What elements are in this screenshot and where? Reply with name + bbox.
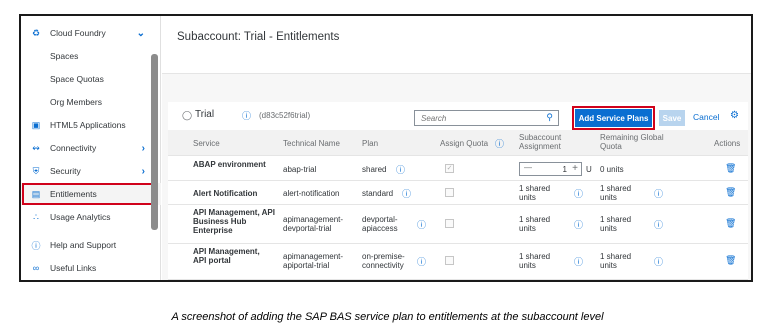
trial-subaccount-icon: ◯ bbox=[182, 110, 193, 120]
page-header: Subaccount: Trial - Entitlements bbox=[162, 16, 751, 74]
entitlements-panel: ◯ Trial ⓘ (d83c52f6trial) ⚲ Add Service … bbox=[168, 102, 748, 280]
service-name: API Management, API portal bbox=[193, 247, 260, 265]
service-name: ABAP environment bbox=[193, 160, 266, 169]
technical-name: apimanagement-apiportal-trial bbox=[283, 252, 344, 270]
plus-icon[interactable]: + bbox=[572, 163, 578, 174]
column-header-remaining-global-quota: Remaining Global Quota bbox=[600, 133, 664, 151]
subaccount-assignment: 1 shared units bbox=[519, 215, 551, 233]
sidebar-item-html5-applications[interactable]: ▣ HTML5 Applications bbox=[21, 114, 161, 136]
info-icon[interactable]: ⓘ bbox=[574, 255, 583, 268]
save-button[interactable]: Save bbox=[659, 110, 685, 126]
sidebar-item-cloud-foundry[interactable]: ♻ Cloud Foundry ⌄ bbox=[21, 22, 161, 44]
assign-quota-checkbox[interactable] bbox=[445, 188, 454, 197]
add-service-plans-button[interactable]: Add Service Plans bbox=[572, 106, 655, 130]
toolbar-title: Trial bbox=[195, 109, 215, 120]
service-name: Alert Notification bbox=[193, 189, 258, 198]
remaining-quota: 1 shared units bbox=[600, 215, 632, 233]
app-window: ♻ Cloud Foundry ⌄ Spaces Space Quotas Or… bbox=[19, 14, 753, 282]
plan-name: standard bbox=[362, 189, 394, 198]
connectivity-icon: ↭ bbox=[32, 142, 40, 153]
stepper-value: 1 bbox=[562, 165, 567, 174]
sidebar-scrollbar[interactable] bbox=[151, 54, 158, 230]
subaccount-id: (d83c52f6trial) bbox=[259, 111, 311, 120]
technical-name: abap-trial bbox=[283, 165, 317, 174]
info-icon[interactable]: ⓘ bbox=[495, 137, 504, 150]
table-row: API Management, API Business Hub Enterpr… bbox=[168, 205, 748, 244]
sidebar-item-help-and-support[interactable]: ⓘ Help and Support bbox=[21, 234, 161, 256]
help-icon: ⓘ bbox=[31, 240, 41, 251]
minus-icon[interactable]: — bbox=[524, 163, 532, 172]
column-header-service: Service bbox=[193, 139, 220, 148]
remaining-quota: 1 shared units bbox=[600, 252, 632, 270]
remaining-quota: 0 units bbox=[600, 165, 624, 174]
column-header-plan: Plan bbox=[362, 139, 379, 148]
technical-name: apimanagement-devportal-trial bbox=[283, 215, 344, 233]
sidebar-item-spaces[interactable]: Spaces bbox=[21, 45, 161, 67]
info-icon[interactable]: ⓘ bbox=[402, 187, 411, 200]
sidebar-item-space-quotas[interactable]: Space Quotas bbox=[21, 68, 161, 90]
technical-name: alert-notification bbox=[283, 189, 340, 198]
sidebar-item-connectivity[interactable]: ↭ Connectivity › bbox=[21, 137, 161, 159]
sidebar-item-security[interactable]: ⛨ Security › bbox=[21, 160, 161, 182]
delete-icon[interactable]: 🗑 bbox=[725, 187, 736, 198]
sidebar-item-usage-analytics[interactable]: ∴ Usage Analytics bbox=[21, 206, 161, 228]
plan-name: devportal-apiaccess bbox=[362, 215, 398, 233]
delete-icon[interactable]: 🗑 bbox=[725, 163, 736, 174]
info-icon[interactable]: ⓘ bbox=[242, 109, 251, 122]
assignment-unit: U bbox=[586, 165, 592, 174]
table-toolbar: ◯ Trial ⓘ (d83c52f6trial) ⚲ Add Service … bbox=[168, 102, 748, 130]
usage-analytics-icon: ∴ bbox=[33, 211, 39, 222]
info-icon[interactable]: ⓘ bbox=[654, 255, 663, 268]
info-icon[interactable]: ⓘ bbox=[574, 187, 583, 200]
main-content: Subaccount: Trial - Entitlements ◯ Trial… bbox=[162, 16, 751, 280]
assign-quota-checkbox[interactable] bbox=[445, 256, 454, 265]
search-input[interactable] bbox=[415, 111, 535, 125]
column-header-subaccount-assignment: Subaccount Assignment bbox=[519, 133, 562, 151]
chevron-right-icon[interactable]: › bbox=[142, 143, 145, 154]
remaining-quota: 1 shared units bbox=[600, 184, 632, 202]
delete-icon[interactable]: 🗑 bbox=[725, 218, 736, 229]
sidebar-item-useful-links[interactable]: ∞ Useful Links bbox=[21, 257, 161, 279]
plan-name: shared bbox=[362, 165, 387, 174]
column-header-actions: Actions bbox=[714, 139, 741, 148]
search-icon[interactable]: ⚲ bbox=[546, 112, 553, 123]
sidebar-item-org-members[interactable]: Org Members bbox=[21, 91, 161, 113]
link-icon: ∞ bbox=[32, 263, 40, 273]
figure-caption: A screenshot of adding the SAP BAS servi… bbox=[171, 311, 604, 323]
quantity-stepper[interactable]: — 1 + bbox=[519, 162, 582, 176]
assign-quota-checkbox[interactable]: ✓ bbox=[445, 164, 454, 173]
page-title: Subaccount: Trial - Entitlements bbox=[177, 31, 340, 43]
plan-name: on-premise-connectivity bbox=[362, 252, 405, 270]
info-icon[interactable]: ⓘ bbox=[654, 187, 663, 200]
table-row: API Management, API portal apimanagement… bbox=[168, 244, 748, 280]
table-row: ABAP environment abap-trial shared ⓘ ✓ —… bbox=[168, 157, 748, 181]
info-icon[interactable]: ⓘ bbox=[654, 218, 663, 231]
service-name: API Management, API Business Hub Enterpr… bbox=[193, 208, 275, 235]
subaccount-assignment: 1 shared units bbox=[519, 252, 551, 270]
assign-quota-checkbox[interactable] bbox=[445, 219, 454, 228]
entitlements-highlight-box bbox=[22, 183, 154, 205]
subaccount-assignment: 1 shared units bbox=[519, 184, 551, 202]
delete-icon[interactable]: 🗑 bbox=[725, 255, 736, 266]
info-icon[interactable]: ⓘ bbox=[574, 218, 583, 231]
table-row: Alert Notification alert-notification st… bbox=[168, 181, 748, 205]
html5-icon: ▣ bbox=[31, 119, 41, 130]
chevron-right-icon[interactable]: › bbox=[142, 166, 145, 177]
gear-icon[interactable]: ⚙ bbox=[730, 110, 739, 121]
column-header-assign-quota: Assign Quota bbox=[440, 139, 489, 148]
table-header: Service Technical Name Plan Assign Quota… bbox=[168, 130, 748, 156]
search-field[interactable]: ⚲ bbox=[414, 110, 559, 126]
info-icon[interactable]: ⓘ bbox=[396, 163, 405, 176]
info-icon[interactable]: ⓘ bbox=[417, 255, 426, 268]
info-icon[interactable]: ⓘ bbox=[417, 218, 426, 231]
column-header-technical-name: Technical Name bbox=[283, 139, 340, 148]
cancel-button[interactable]: Cancel bbox=[693, 112, 719, 122]
security-icon: ⛨ bbox=[32, 165, 40, 176]
chevron-down-icon[interactable]: ⌄ bbox=[137, 28, 145, 39]
cloud-foundry-icon: ♻ bbox=[31, 27, 41, 38]
sidebar-nav: ♻ Cloud Foundry ⌄ Spaces Space Quotas Or… bbox=[21, 16, 161, 280]
